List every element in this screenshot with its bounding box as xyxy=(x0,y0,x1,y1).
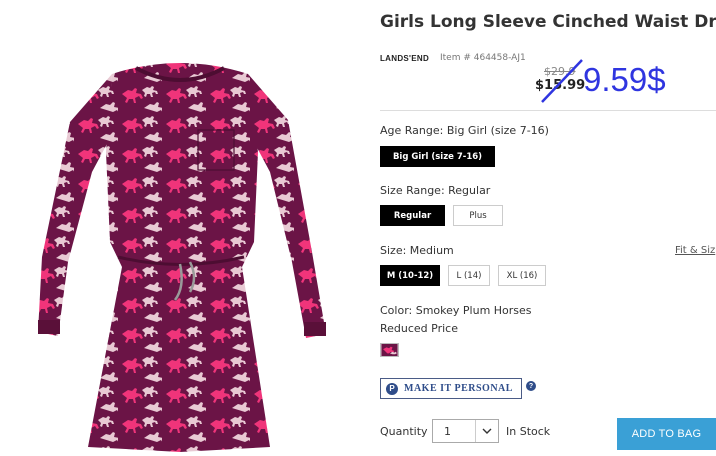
make-it-personal-label: MAKE IT PERSONAL xyxy=(404,383,513,394)
quantity-value: 1 xyxy=(444,424,451,438)
size-label: Size: Medium xyxy=(380,244,454,257)
personalize-icon: P xyxy=(386,382,398,395)
product-image[interactable] xyxy=(30,52,335,452)
reduced-price-label: Reduced Price xyxy=(380,322,458,335)
chevron-down-icon xyxy=(475,420,498,442)
price-strike-annotation xyxy=(541,59,583,103)
size-range-option-plus[interactable]: Plus xyxy=(453,205,503,226)
help-icon[interactable]: ? xyxy=(526,381,536,391)
size-option-xl[interactable]: XL (16) xyxy=(498,265,546,286)
divider xyxy=(380,110,716,111)
age-range-label: Age Range: Big Girl (size 7-16) xyxy=(380,124,549,137)
age-range-option[interactable]: Big Girl (size 7-16) xyxy=(380,146,495,167)
item-number: Item # 464458-AJ1 xyxy=(440,53,526,63)
color-swatch[interactable] xyxy=(380,343,399,357)
quantity-select[interactable]: 1 xyxy=(432,419,499,443)
quantity-label: Quantity xyxy=(380,425,428,438)
price-annotation: 9.59$ xyxy=(583,61,666,98)
brand-logo: LANDS'END xyxy=(380,54,430,63)
make-it-personal-button[interactable]: P MAKE IT PERSONAL xyxy=(380,378,522,399)
fit-size-link[interactable]: Fit & Siz xyxy=(675,245,715,256)
size-option-l[interactable]: L (14) xyxy=(448,265,490,286)
add-to-bag-button[interactable]: ADD TO BAG xyxy=(617,418,716,450)
product-title: Girls Long Sleeve Cinched Waist Dress xyxy=(380,12,716,32)
dress-illustration xyxy=(38,63,326,452)
color-label: Color: Smokey Plum Horses xyxy=(380,304,532,317)
size-range-option-regular[interactable]: Regular xyxy=(380,205,445,226)
size-option-m[interactable]: M (10-12) xyxy=(380,265,440,286)
stock-status: In Stock xyxy=(506,425,551,438)
product-info-panel: Girls Long Sleeve Cinched Waist Dress LA… xyxy=(380,0,716,456)
size-range-label: Size Range: Regular xyxy=(380,184,491,197)
